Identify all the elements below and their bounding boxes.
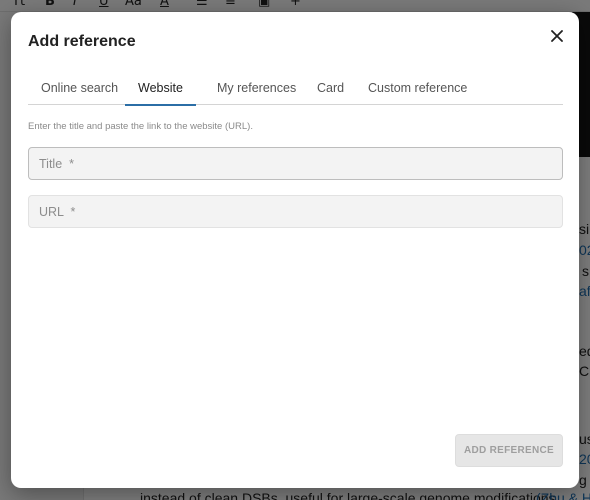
url-input[interactable] <box>29 196 562 227</box>
website-hint: Enter the title and paste the link to th… <box>28 121 253 132</box>
tab-my-references[interactable]: My references <box>204 78 309 105</box>
reference-tabs: Online search Website My references Card… <box>28 78 563 106</box>
add-reference-dialog: Add reference Online search Website My r… <box>11 12 579 488</box>
close-button[interactable] <box>547 26 567 46</box>
tab-card[interactable]: Card <box>304 78 357 105</box>
dialog-title: Add reference <box>28 33 136 50</box>
title-field <box>28 147 563 180</box>
url-field <box>28 195 563 228</box>
title-input[interactable] <box>29 148 562 179</box>
tab-custom-reference[interactable]: Custom reference <box>355 78 480 105</box>
tab-online-search[interactable]: Online search <box>28 78 131 105</box>
close-icon <box>551 30 563 42</box>
tab-website[interactable]: Website <box>125 78 196 106</box>
add-reference-button[interactable]: ADD REFERENCE <box>455 434 563 467</box>
